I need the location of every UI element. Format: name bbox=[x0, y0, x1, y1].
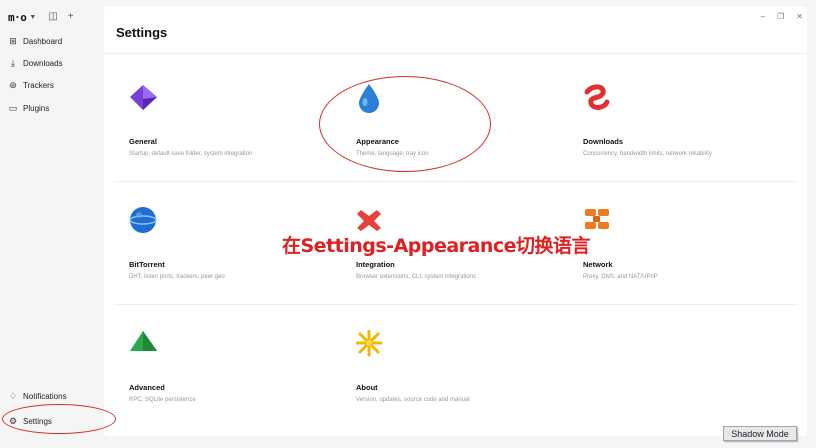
annotation-ellipse-appearance bbox=[319, 76, 491, 172]
sidebar-item-notifications[interactable]: ♢ Notifications bbox=[8, 388, 67, 404]
sidebar-item-label: Plugins bbox=[23, 103, 50, 113]
tile-name: Advanced bbox=[129, 383, 165, 392]
close-icon[interactable]: ✕ bbox=[796, 12, 803, 21]
tile-desc: Proxy, DNS, and NAT/UPnP bbox=[583, 274, 658, 280]
settings-tile-advanced[interactable]: Advanced RPC, SQLite persistence bbox=[129, 330, 349, 440]
red-knot-icon bbox=[584, 84, 610, 110]
minimize-icon[interactable]: – bbox=[761, 12, 765, 21]
plus-icon[interactable]: + bbox=[68, 12, 74, 22]
settings-tile-network[interactable]: Network Proxy, DNS, and NAT/UPnP bbox=[583, 207, 803, 317]
tile-desc: Version, updates, source code and manual bbox=[356, 397, 470, 403]
tile-desc: Startup, default save folder, system int… bbox=[129, 151, 253, 157]
tile-desc: DHT, listen ports, trackers, peer geo bbox=[129, 274, 225, 280]
folder-icon: ▭ bbox=[8, 102, 18, 113]
divider bbox=[114, 181, 797, 182]
blue-sphere-icon bbox=[129, 207, 157, 233]
purple-octahedron-icon bbox=[130, 85, 157, 110]
shadow-mode-button[interactable]: Shadow Mode bbox=[723, 426, 797, 441]
divider bbox=[114, 304, 797, 305]
app-logo[interactable]: m·o bbox=[8, 11, 27, 24]
settings-tile-integration[interactable]: Integration Browser extensions, CLI, sys… bbox=[356, 207, 576, 317]
sidebar: m·o ▼ ◫ + ⊞ Dashboard ⤓ Downloads ⊛ Trac… bbox=[0, 0, 104, 448]
sidebar-item-label: Dashboard bbox=[23, 36, 63, 46]
grid-icon: ⊞ bbox=[9, 35, 17, 46]
sidebar-item-plugins[interactable]: ▭ Plugins bbox=[8, 100, 50, 116]
yellow-star-icon bbox=[356, 330, 383, 357]
tile-desc: RPC, SQLite persistence bbox=[129, 397, 196, 403]
tile-name: Downloads bbox=[583, 137, 624, 146]
window-controls: – ❐ ✕ bbox=[761, 12, 803, 21]
tile-desc: Concurrency, bandwidth limits, network r… bbox=[583, 151, 712, 157]
tile-desc: Browser extensions, CLI, system integrat… bbox=[356, 274, 477, 280]
page-title: Settings bbox=[116, 25, 168, 40]
sidebar-item-dashboard[interactable]: ⊞ Dashboard bbox=[8, 33, 62, 49]
sidebar-item-label: Notifications bbox=[23, 391, 67, 401]
settings-tile-bittorrent[interactable]: BitTorrent DHT, listen ports, trackers, … bbox=[129, 207, 349, 317]
sidebar-item-downloads[interactable]: ⤓ Downloads bbox=[8, 55, 63, 71]
tile-name: Integration bbox=[356, 260, 395, 269]
tile-name: About bbox=[356, 383, 378, 392]
sidebar-item-trackers[interactable]: ⊛ Trackers bbox=[8, 77, 54, 93]
annotation-ellipse-settings bbox=[2, 404, 116, 434]
tile-name: Network bbox=[583, 260, 613, 269]
sidebar-item-label: Trackers bbox=[23, 80, 54, 90]
sidebar-item-label: Downloads bbox=[23, 58, 63, 68]
sidebar-toggle-icon[interactable]: ◫ bbox=[48, 12, 57, 22]
settings-tile-general[interactable]: General Startup, default save folder, sy… bbox=[129, 84, 349, 194]
settings-tile-about[interactable]: About Version, updates, source code and … bbox=[356, 330, 576, 440]
signal-icon: ⊛ bbox=[9, 79, 17, 90]
chevron-down-icon[interactable]: ▼ bbox=[29, 14, 36, 21]
settings-panel: – ❐ ✕ Settings General Startup, default … bbox=[104, 6, 807, 436]
tile-name: BitTorrent bbox=[129, 260, 165, 269]
annotation-text: 在Settings-Appearance切换语言 bbox=[282, 235, 591, 257]
divider bbox=[104, 53, 807, 54]
settings-tile-downloads[interactable]: Downloads Concurrency, bandwidth limits,… bbox=[583, 84, 803, 194]
download-icon: ⤓ bbox=[11, 57, 15, 68]
restore-icon[interactable]: ❐ bbox=[777, 12, 784, 21]
sidebar-header: m·o ▼ ◫ + bbox=[8, 10, 74, 24]
bell-icon: ♢ bbox=[8, 390, 18, 401]
green-pyramid-icon bbox=[130, 331, 157, 351]
tile-name: General bbox=[129, 137, 157, 146]
